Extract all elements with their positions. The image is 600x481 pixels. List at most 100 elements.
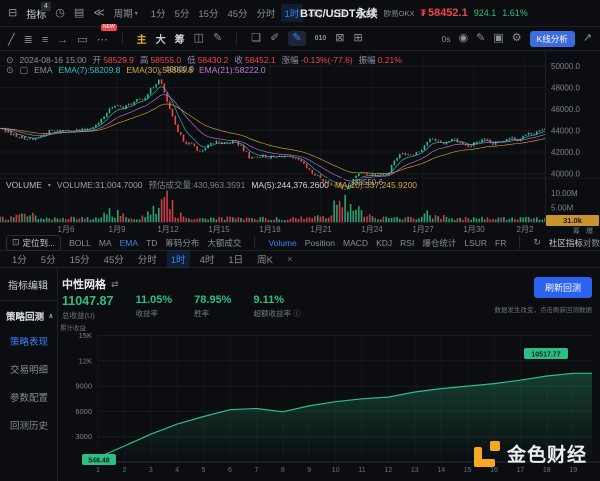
svg-text:1月21: 1月21 [310,225,332,234]
timeframe-45分[interactable]: 45分 [223,4,251,22]
tool-tab-筹[interactable]: 筹 [175,31,185,46]
indicator-tab-Position[interactable]: Position [305,238,335,248]
timeframe-1日[interactable]: 1日 [224,250,247,268]
camera-icon[interactable]: ◉ [459,33,469,44]
timeframe-45分[interactable]: 45分 [100,250,128,268]
indicator-tab-FR[interactable]: FR [495,238,506,248]
more-tools-icon[interactable]: ⋯ [97,34,108,46]
indicator-tab-KDJ[interactable]: KDJ [376,238,392,248]
svg-text:46000.0: 46000.0 [551,105,580,114]
sidebar-item-回测历史[interactable]: 回测历史 [0,411,57,439]
settings-gear-icon[interactable]: ⚙ [512,33,522,44]
refresh-backtest-button[interactable]: 刷新回测 [534,277,592,298]
indicator-tab-筹码分布[interactable]: 筹码分布 [165,237,199,249]
svg-text:19: 19 [569,467,577,474]
close-icon[interactable]: × [283,252,297,267]
timeframe-4时[interactable]: 4时 [196,250,219,268]
arrow-tool-icon[interactable]: → [57,34,68,46]
notification-badge: 4 [41,2,51,11]
svg-text:6: 6 [228,467,232,474]
bar-countdown: 0s [442,34,451,44]
share-icon[interactable]: ↗ [583,33,592,44]
backtest-stats: 11047.87总收益(U)11.05%收益率78.95%胜率9.11%超额收益… [62,294,301,321]
svg-text:9: 9 [307,467,311,474]
timeframe-1分[interactable]: 1分 [147,4,170,22]
grid-tool-icon[interactable]: ⊞ [354,33,363,44]
tool-tab-主[interactable]: 主 [137,31,147,46]
indicator-tab-爆仓统计[interactable]: 爆仓统计 [422,237,456,249]
axis-chip-筹[interactable]: 筹 [573,226,580,236]
svg-text:3000: 3000 [75,432,92,441]
timeframe-15分[interactable]: 15分 [194,4,222,22]
alert-icon[interactable]: ◷ [55,8,65,19]
indicator-tab-大额成交[interactable]: 大额成交 [207,237,241,249]
community-refresh-icon[interactable]: ↻ [533,238,541,247]
timeframe-分时[interactable]: 分时 [134,250,161,268]
trendline-icon[interactable]: ╱ [8,34,15,46]
brush-icon[interactable]: ✎ [213,33,222,44]
ema-legend: ⊙ ▢ EMA EMA(7):58209.8EMA(30):58369.8EMA… [6,65,266,75]
timeframe-5分[interactable]: 5分 [37,250,60,268]
volume-name[interactable]: VOLUME [6,180,42,190]
timeframe-1时[interactable]: 1时 [167,250,190,268]
rectangle-tool-icon[interactable]: ▭ [77,34,87,46]
svg-text:10.00M: 10.00M [551,189,578,198]
tool-tab-大[interactable]: 大 [156,31,166,46]
timeframe-分时[interactable]: 分时 [253,4,280,22]
lock-tool-icon[interactable]: ⊠ [335,33,344,44]
svg-text:15K: 15K [79,331,92,340]
svg-text:10517.77: 10517.77 [531,352,560,359]
candle-time: 2024-08-16 15:00 [20,55,87,65]
indicator-tab-TD[interactable]: TD [146,238,157,248]
symbol-block[interactable]: BTC/USDT永续 欧易OKX ₮ 58452.1 924.1 1.61% [300,0,528,26]
eye-icon[interactable]: ⊙ [6,66,14,75]
fullscreen-icon[interactable]: ▣ [493,33,503,44]
layout-grid-icon[interactable]: ▤ [74,8,84,19]
highlight-pen-icon[interactable]: ✎ [288,31,305,46]
collapse-panel-icon[interactable]: ⊟ [8,8,17,19]
draw-icon[interactable]: ✎ [476,33,485,44]
chevron-up-icon: ∧ [48,312,54,320]
sidebar-item-参数配置[interactable]: 参数配置 [0,383,57,411]
svg-text:42000.0: 42000.0 [551,148,580,157]
sidebar-item-策略表现[interactable]: 策略表现 [0,327,57,355]
kline-analysis-button[interactable]: K线分析 [530,31,575,47]
exchange-name: 欧易OKX [384,8,415,19]
period-dropdown[interactable]: 周期 ▾ [114,6,138,20]
svg-text:14: 14 [437,467,445,474]
checkbox-icon[interactable]: ▢ [20,66,29,75]
scale-toggle-对数[interactable]: 对数 [583,237,600,249]
indicator-tab-RSI[interactable]: RSI [400,238,414,248]
indicator-tab-BOLL[interactable]: BOLL [69,238,91,248]
sidebar-group-strategy-backtest[interactable]: 策略回测 ∧ [0,301,57,327]
swap-icon[interactable]: ⇄ [111,280,119,289]
indicator-tab-Volume[interactable]: Volume [268,238,296,248]
community-indicators-tab[interactable]: 社区指标 [549,237,583,249]
compare-icon[interactable]: ◫ [194,33,204,44]
eye-icon[interactable]: ⊙ [6,56,14,65]
binary-data-icon[interactable]: 010 [315,35,327,42]
timeframe-1分[interactable]: 1分 [8,250,31,268]
timeframe-5分[interactable]: 5分 [171,4,194,22]
timeframe-周K[interactable]: 周K [253,250,277,268]
indicator-tab-EMA[interactable]: EMA [120,238,138,248]
svg-text:10: 10 [332,467,340,474]
candlestick-chart[interactable]: 50000.048000.046000.044000.042000.040000… [0,51,600,235]
timeframe-15分[interactable]: 15分 [66,250,94,268]
ohlc-field: 涨幅-0.13%(-77.6) [282,54,353,66]
stat-胜率: 78.95%胜率 [194,294,231,321]
locate-button[interactable]: ⊡ 定位到... [6,235,61,251]
edit-icon[interactable]: ✐ [270,33,279,44]
parallel-channel-icon[interactable]: ≡ [42,34,48,46]
screenshot-frame-icon[interactable]: ❏ [251,33,261,44]
indicator-tab-MA[interactable]: MA [99,238,112,248]
indicator-tab-LSUR[interactable]: LSUR [464,238,487,248]
horizontal-line-icon[interactable]: ≣ [24,34,33,46]
svg-text:17: 17 [517,467,525,474]
replay-icon[interactable]: ≪ [93,8,105,19]
indicator-tab-MACD[interactable]: MACD [343,238,368,248]
stat-超额收益率: 9.11%超额收益率 ⓘ [253,294,300,321]
axis-chip-爆[interactable]: 爆 [586,226,593,236]
sidebar-item-交易明细[interactable]: 交易明细 [0,355,57,383]
svg-text:1月27: 1月27 [412,225,434,234]
